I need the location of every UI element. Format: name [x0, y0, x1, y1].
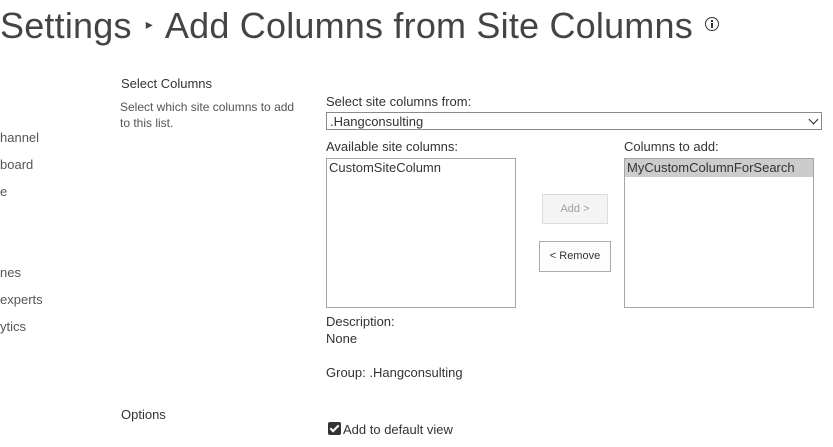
info-icon[interactable] — [704, 17, 719, 32]
group-text: Group: .Hangconsulting — [326, 365, 463, 380]
breadcrumb-separator-icon: ▸ — [145, 16, 153, 33]
columns-to-add-listbox[interactable]: MyCustomColumnForSearch — [624, 158, 814, 308]
left-nav-item-channel[interactable]: hannel — [0, 130, 39, 145]
add-button[interactable]: Add > — [542, 194, 608, 224]
select-columns-heading: Select Columns — [121, 76, 213, 91]
options-heading: Options — [121, 407, 166, 422]
select-columns-description: Select which site columns to add to this… — [120, 100, 295, 130]
source-group-label: Select site columns from: — [326, 94, 472, 109]
available-columns-listbox[interactable]: CustomSiteColumn — [326, 158, 516, 308]
columns-to-add-label: Columns to add: — [624, 139, 719, 154]
add-to-default-view-checkbox[interactable] — [328, 422, 341, 435]
page-title: Settings ▸ Add Columns from Site Columns — [0, 2, 719, 52]
left-nav-item-experts[interactable]: experts — [0, 292, 43, 307]
left-nav-item-e[interactable]: e — [0, 184, 7, 199]
breadcrumb-settings[interactable]: Settings — [0, 2, 132, 50]
chevron-down-icon — [808, 114, 819, 125]
available-columns-label: Available site columns: — [326, 139, 458, 154]
left-nav-item-nes[interactable]: nes — [0, 265, 21, 280]
columns-to-add-option[interactable]: MyCustomColumnForSearch — [625, 159, 813, 177]
source-group-select[interactable]: .Hangconsulting — [326, 112, 822, 130]
left-nav-item-board[interactable]: board — [0, 157, 33, 172]
source-group-value: .Hangconsulting — [330, 114, 424, 129]
description-label: Description: — [326, 314, 395, 329]
description-value: None — [326, 331, 358, 346]
left-nav-item-ytics[interactable]: ytics — [0, 319, 26, 334]
available-column-option[interactable]: CustomSiteColumn — [327, 159, 515, 177]
remove-button[interactable]: < Remove — [539, 241, 611, 272]
add-to-default-view-label[interactable]: Add to default view — [343, 422, 453, 437]
page-title-text: Add Columns from Site Columns — [164, 5, 693, 46]
